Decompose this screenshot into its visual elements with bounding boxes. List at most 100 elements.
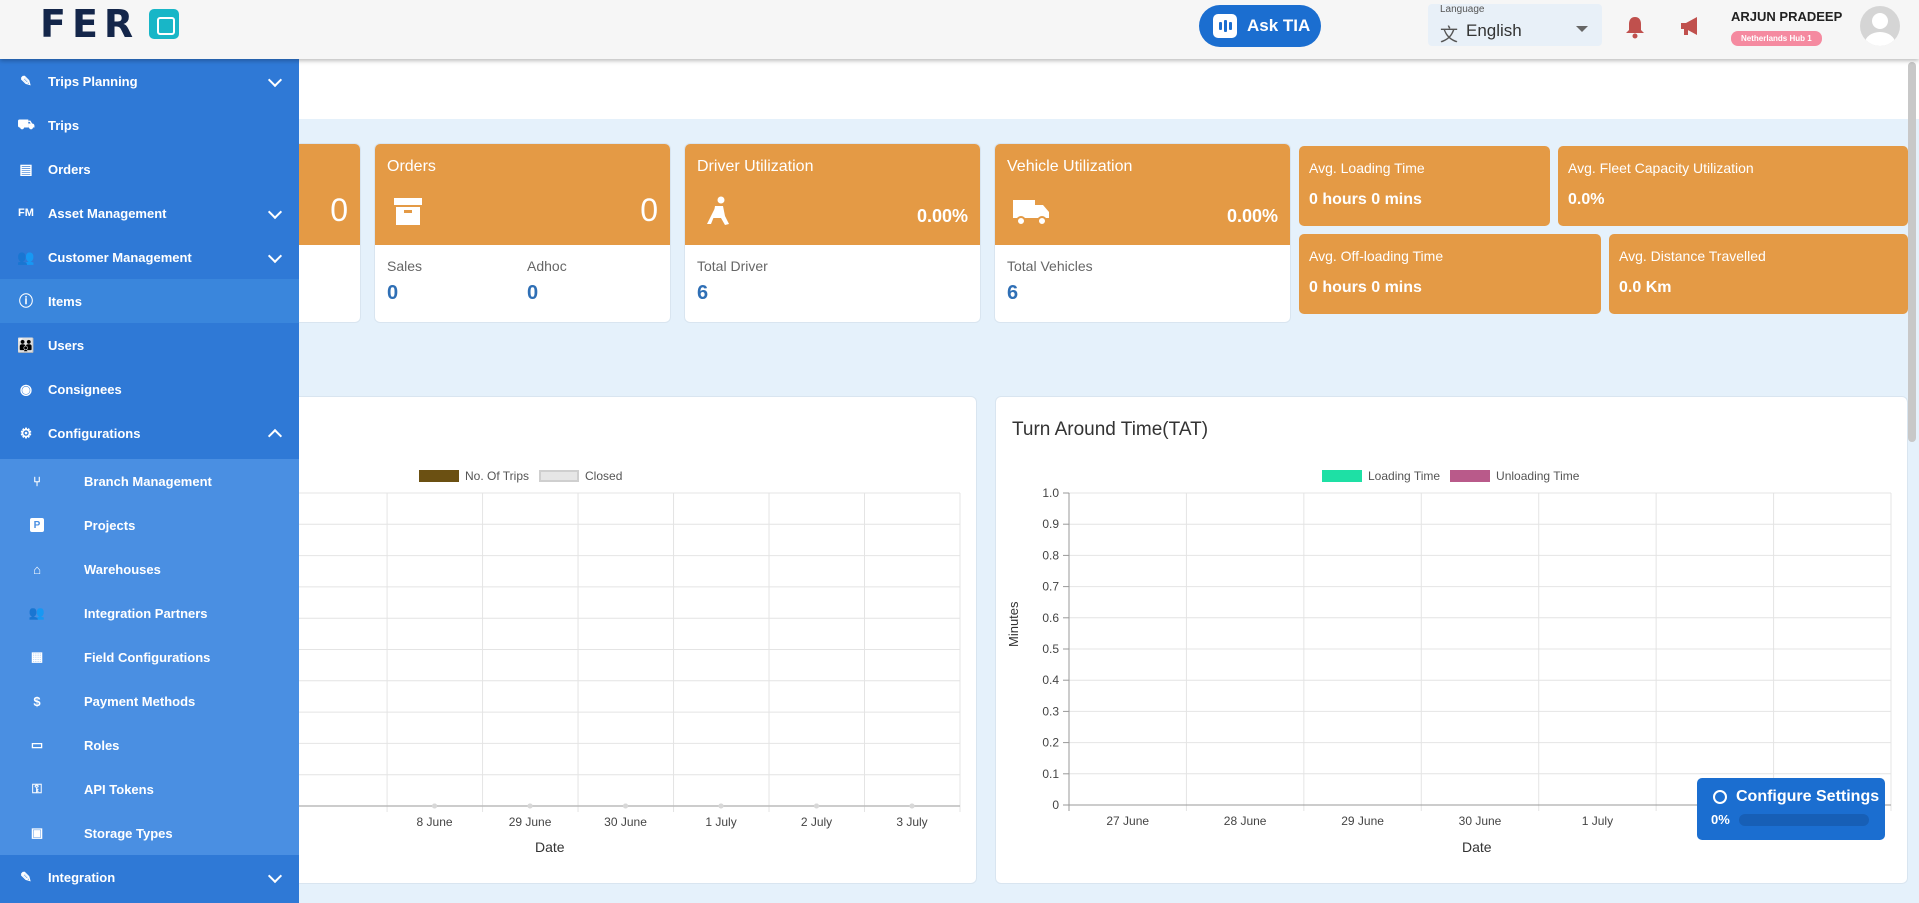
submenu-item-integration-partners[interactable]: 👥 Integration Partners [0,591,299,635]
group-icon: 👪 [17,336,35,353]
info-icon: ⓘ [19,293,33,309]
archive-box-icon: ▤ [19,160,33,177]
project-p-icon: P [30,518,44,532]
calendar-edit-icon: ✎ [20,72,32,89]
megaphone-icon[interactable] [1679,15,1703,37]
sidebar-item-users[interactable]: 👪 Users [0,323,299,367]
language-select[interactable]: Language 文 English [1428,4,1602,46]
tat-y-tick-label: 0.9 [1042,517,1059,531]
circle-icon [1713,790,1727,804]
tat-y-tick-label: 0.3 [1042,704,1059,718]
gear-icon: ⚙ [19,424,33,441]
avg-distance-value: 0.0 Km [1619,279,1672,296]
avg-loading-time-card: Avg. Loading Time 0 hours 0 mins [1299,146,1550,226]
submenu-item-warehouses[interactable]: ⌂ Warehouses [0,547,299,591]
avg-loading-title: Avg. Loading Time [1309,160,1425,176]
truck-icon [1013,200,1049,226]
chevron-down-icon [267,204,283,220]
configure-settings-button[interactable]: Configure Settings 0% [1697,778,1885,840]
user-name: ARJUN PRADEEP [1731,9,1843,24]
trips-data-point [814,803,820,809]
logo-text: FER [40,2,140,46]
chevron-down-icon [267,868,283,884]
field-config-icon: ▦ [30,649,44,664]
avg-distance-title: Avg. Distance Travelled [1619,248,1766,264]
globe-icon: ◉ [19,380,33,397]
avg-offloading-time-card: Avg. Off-loading Time 0 hours 0 mins [1299,234,1601,314]
branch-icon: ⑂ [33,473,41,489]
key-icon: ⚿ [32,781,42,796]
adhoc-value: 0 [527,282,539,304]
total-vehicles-value: 6 [1007,282,1019,304]
submenu-item-branch-management[interactable]: ⑂ Branch Management [0,459,299,503]
configurations-submenu: ⑂ Branch Management P Projects ⌂ Warehou… [0,459,299,855]
driver-seat-icon [707,196,729,225]
integration-icon: ✎ [20,868,32,885]
tat-y-tick-label: 0 [1052,798,1059,812]
trips-chart-xlabel: Date [535,839,565,855]
caret-down-icon [1576,26,1588,32]
sidebar-item-consignees[interactable]: ◉ Consignees [0,367,299,411]
submenu-item-roles[interactable]: ▭ Roles [0,723,299,767]
sales-label: Sales [387,258,423,274]
user-hub-badge: Netherlands Hub 1 [1731,31,1822,46]
sidebar-item-asset-management[interactable]: FM Asset Management [0,191,299,235]
archive-box-icon [394,198,422,225]
driver-utilization-title: Driver Utilization [697,158,814,175]
sidebar-item-items[interactable]: ⓘ Items [0,279,299,323]
sidebar-item-customer-management[interactable]: 👥 Customer Management [0,235,299,279]
ask-tia-button[interactable]: Ask TIA [1199,5,1321,47]
submenu-item-field-configurations[interactable]: ▦ Field Configurations [0,635,299,679]
trips-data-point [527,803,533,809]
sidebar-item-trips-planning[interactable]: ✎ Trips Planning [0,59,299,103]
chevron-down-icon [267,72,283,88]
avatar[interactable] [1860,6,1900,46]
submenu-item-payment-methods[interactable]: $ Payment Methods [0,679,299,723]
page-top-band [299,59,1919,119]
truck-icon: ⛟ [17,115,35,132]
trips-x-tick-label: 29 June [509,815,552,829]
driver-utilization-card: Driver Utilization 0.00% Total Driver 6 [684,143,981,323]
vehicle-utilization-title: Vehicle Utilization [1007,158,1133,175]
trips-x-tick-label: 1 July [705,815,736,829]
sidebar-item-integration[interactable]: ✎ Integration [0,855,299,899]
orders-stat-card: Orders 0 Sales 0 Adhoc 0 [374,143,671,323]
submenu-item-projects[interactable]: P Projects [0,503,299,547]
avg-fleet-capacity-card: Avg. Fleet Capacity Utilization 0.0% [1558,146,1908,226]
sidebar-item-orders[interactable]: ▤ Orders [0,147,299,191]
tat-y-tick-label: 0.2 [1042,736,1059,750]
vehicle-utilization-value: 0.00% [1226,206,1278,226]
total-driver-label: Total Driver [697,258,768,274]
fero-logo[interactable]: FER [40,2,180,46]
tat-y-tick-label: 1.0 [1042,486,1059,500]
id-card-icon: ▭ [30,737,44,752]
driver-utilization-value: 0.00% [916,206,968,226]
avg-fleet-title: Avg. Fleet Capacity Utilization [1568,160,1754,176]
sidebar-item-trips[interactable]: ⛟ Trips [0,103,299,147]
trips-x-tick-label: 3 July [896,815,927,829]
submenu-item-api-tokens[interactable]: ⚿ API Tokens [0,767,299,811]
sidebar: ✎ Trips Planning ⛟ Trips ▤ Orders FM Ass… [0,59,299,903]
total-vehicles-label: Total Vehicles [1007,258,1093,274]
tat-y-tick-label: 0.1 [1042,767,1059,781]
language-label: Language [1440,4,1485,15]
trips-chart: 8 June 29 June 30 June 1 July 2 July 3 July [261,492,961,829]
adhoc-label: Adhoc [527,258,567,274]
avg-fleet-value: 0.0% [1568,191,1605,208]
tat-y-tick-label: 0.4 [1042,673,1059,687]
trips-data-point [909,803,915,809]
tat-x-tick-label: 28 June [1224,814,1267,828]
trips-value: 0 [330,192,348,228]
bell-icon[interactable] [1624,15,1646,39]
trips-data-point [623,803,629,809]
trips-chart-panel: No. Of Trips Closed 8 June 29 June 30 June… [260,396,977,884]
configure-progress-bar [1739,814,1869,826]
configure-progress-text: 0% [1711,812,1730,827]
submenu-item-storage-types[interactable]: ▣ Storage Types [0,811,299,855]
sidebar-item-configurations[interactable]: ⚙ Configurations [0,411,299,455]
scrollbar[interactable] [1908,62,1916,442]
chevron-up-icon [267,428,283,444]
language-value: English [1466,21,1522,40]
people-icon: 👥 [17,248,35,265]
orders-value: 0 [640,192,658,228]
